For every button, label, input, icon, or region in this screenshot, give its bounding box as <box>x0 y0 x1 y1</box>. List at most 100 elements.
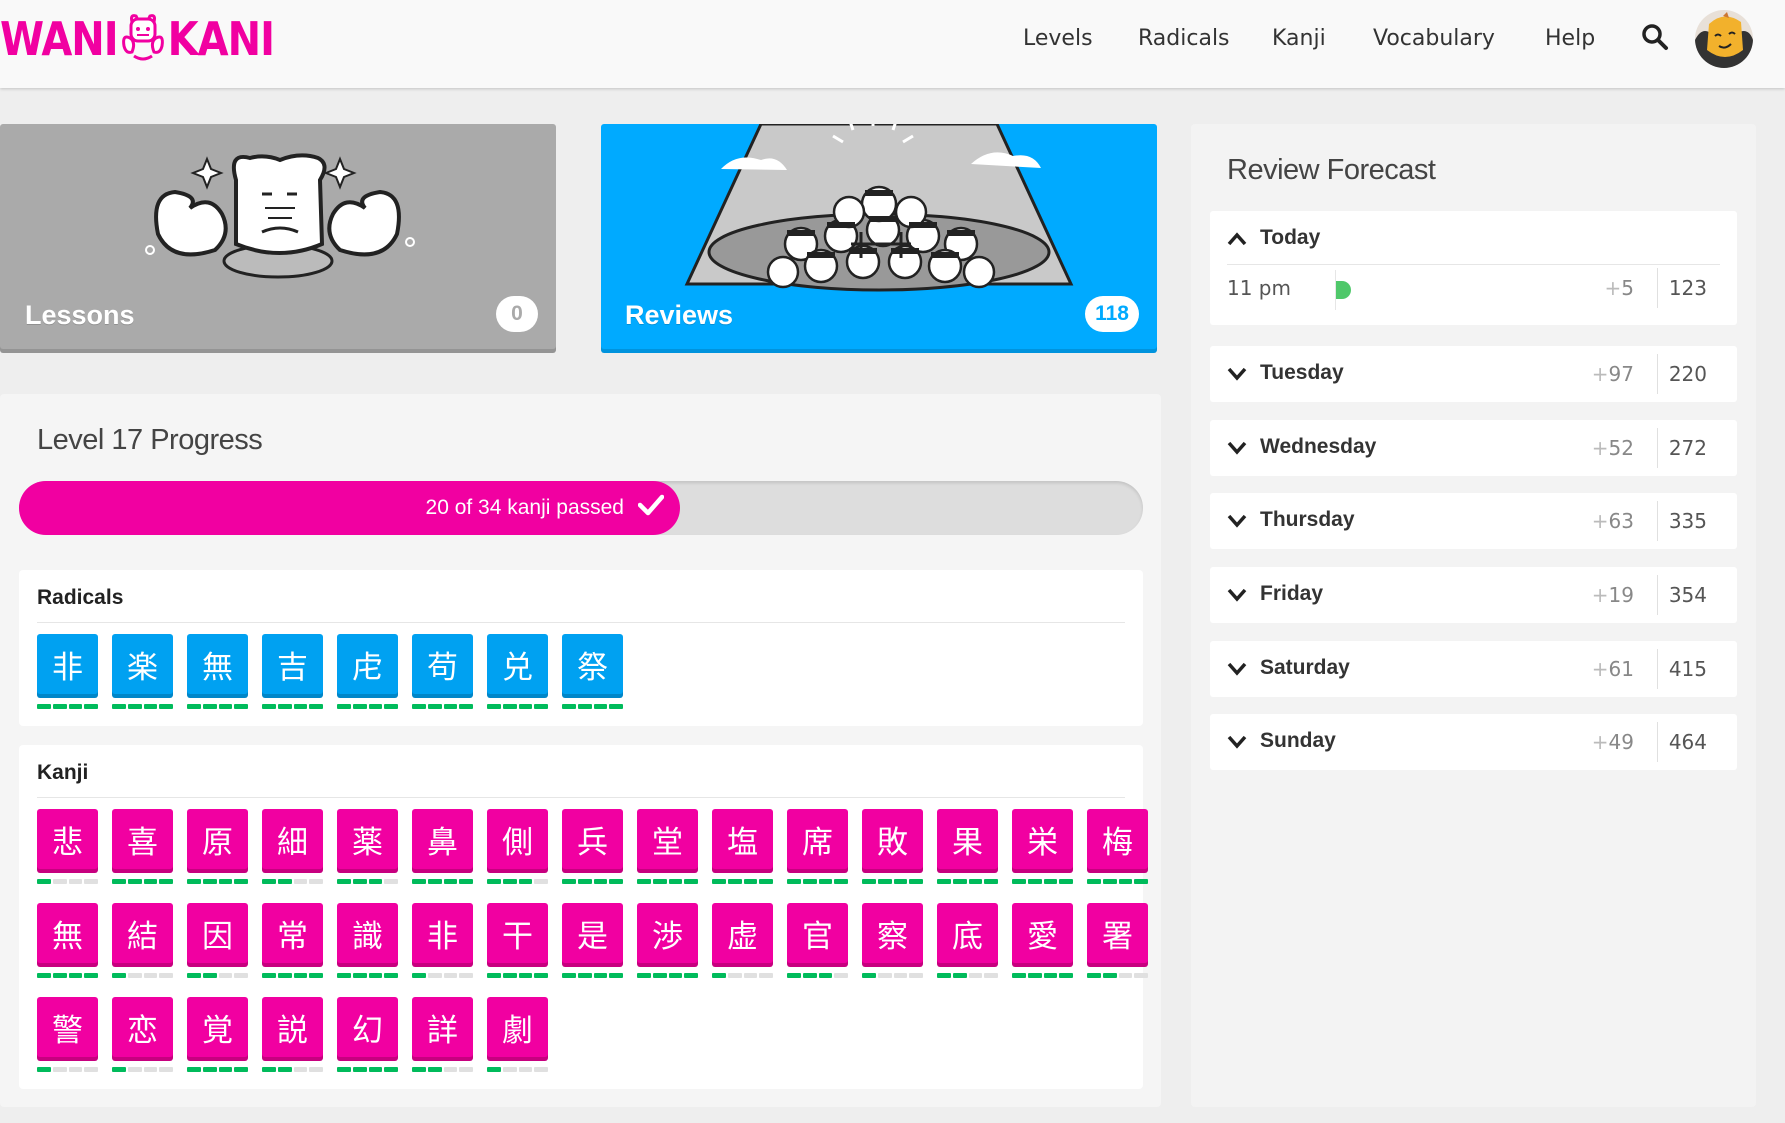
chevron-down-icon <box>1227 513 1247 532</box>
kanji-tile[interactable]: 席 <box>787 809 848 869</box>
srs-progress-indicator <box>112 973 173 978</box>
forecast-cumulative-total: 123 <box>1668 276 1707 300</box>
kanji-tile[interactable]: 梅 <box>1087 809 1148 869</box>
srs-progress-indicator <box>112 879 173 884</box>
user-avatar[interactable] <box>1695 10 1753 68</box>
radical-tile[interactable]: 苟 <box>412 634 473 694</box>
kanji-tile[interactable]: 識 <box>337 903 398 963</box>
forecast-new-reviews: +61 <box>1591 657 1634 681</box>
nav-radicals[interactable]: Radicals <box>1138 20 1230 56</box>
srs-progress-indicator <box>337 879 398 884</box>
kanji-tile[interactable]: 恋 <box>112 997 173 1057</box>
forecast-day-thursday[interactable]: Thursday +63 335 <box>1210 493 1737 549</box>
radical-tile[interactable]: 吉 <box>262 634 323 694</box>
divider <box>1657 501 1658 541</box>
forecast-day-label: Wednesday <box>1260 435 1377 458</box>
forecast-cumulative-total: 464 <box>1668 730 1707 754</box>
kanji-tile[interactable]: 署 <box>1087 903 1148 963</box>
radical-tile[interactable]: 虍 <box>337 634 398 694</box>
divider <box>37 797 1125 798</box>
kanji-tile[interactable]: 常 <box>262 903 323 963</box>
kanji-tile[interactable]: 無 <box>37 903 98 963</box>
radical-tile[interactable]: 兑 <box>487 634 548 694</box>
forecast-new-reviews: +52 <box>1591 436 1634 460</box>
srs-progress-indicator <box>187 1067 248 1072</box>
kanji-tile[interactable]: 兵 <box>562 809 623 869</box>
forecast-hour-bar <box>1336 281 1351 299</box>
nav-vocabulary[interactable]: Vocabulary <box>1373 20 1495 56</box>
forecast-cumulative-total: 335 <box>1668 509 1707 533</box>
kanji-section: Kanji 悲喜原細薬鼻側兵堂塩席敗果栄梅無結因常識非干是渉虚官察底愛署警恋覚説… <box>19 745 1148 1089</box>
kanji-tile[interactable]: 虚 <box>712 903 773 963</box>
level-progress-panel: Level 17 Progress 20 of 34 kanji passed … <box>0 394 1161 1107</box>
kanji-tile[interactable]: 幻 <box>337 997 398 1057</box>
srs-progress-indicator <box>637 879 698 884</box>
forecast-day-sunday[interactable]: Sunday +49 464 <box>1210 714 1737 770</box>
srs-progress-indicator <box>862 879 923 884</box>
kanji-tile[interactable]: 底 <box>937 903 998 963</box>
kanji-tile[interactable]: 因 <box>187 903 248 963</box>
kanji-tile[interactable]: 喜 <box>112 809 173 869</box>
kanji-tile[interactable]: 愛 <box>1012 903 1073 963</box>
lessons-card[interactable]: Lessons 0 <box>0 124 556 349</box>
radical-tile[interactable]: 祭 <box>562 634 623 694</box>
srs-progress-indicator <box>262 704 323 709</box>
reviews-label: Reviews <box>625 300 734 330</box>
forecast-day-friday[interactable]: Friday +19 354 <box>1210 567 1737 623</box>
level-progress-title: Level 17 Progress <box>37 424 263 456</box>
divider <box>1227 264 1720 265</box>
search-icon[interactable] <box>1640 22 1670 52</box>
site-header: WANI KANI Levels Radicals Kanji Vocabula… <box>0 0 1785 88</box>
kanji-tile[interactable]: 説 <box>262 997 323 1057</box>
forecast-day-label: Friday <box>1260 582 1324 605</box>
kanji-tile[interactable]: 官 <box>787 903 848 963</box>
kanji-tile[interactable]: 原 <box>187 809 248 869</box>
logo-kani-text: KANI <box>167 13 275 67</box>
forecast-day-saturday[interactable]: Saturday +61 415 <box>1210 641 1737 697</box>
nav-help[interactable]: Help <box>1545 20 1595 56</box>
forecast-day-wednesday[interactable]: Wednesday +52 272 <box>1210 420 1737 476</box>
srs-progress-indicator <box>562 704 623 709</box>
forecast-day-today[interactable]: Today 11 pm +5 123 <box>1210 211 1737 325</box>
kanji-tile[interactable]: 非 <box>412 903 473 963</box>
kanji-tile[interactable]: 結 <box>112 903 173 963</box>
kanji-tile[interactable]: 敗 <box>862 809 923 869</box>
kanji-tile[interactable]: 警 <box>37 997 98 1057</box>
forecast-day-label: Thursday <box>1260 508 1355 531</box>
kanji-tile[interactable]: 是 <box>562 903 623 963</box>
radical-tile[interactable]: 非 <box>37 634 98 694</box>
kanji-tile[interactable]: 詳 <box>412 997 473 1057</box>
kanji-tile[interactable]: 側 <box>487 809 548 869</box>
srs-progress-indicator <box>937 879 998 884</box>
srs-progress-indicator <box>1087 879 1148 884</box>
radical-tile[interactable]: 無 <box>187 634 248 694</box>
nav-levels[interactable]: Levels <box>1023 20 1093 56</box>
kanji-tile[interactable]: 細 <box>262 809 323 869</box>
srs-progress-indicator <box>787 973 848 978</box>
kanji-tile[interactable]: 塩 <box>712 809 773 869</box>
srs-progress-indicator <box>1087 973 1148 978</box>
kanji-tile[interactable]: 薬 <box>337 809 398 869</box>
reviews-card[interactable]: Reviews 118 <box>601 124 1157 349</box>
nav-kanji[interactable]: Kanji <box>1272 20 1326 56</box>
srs-progress-indicator <box>37 879 98 884</box>
kanji-tile[interactable]: 果 <box>937 809 998 869</box>
divider <box>1657 428 1658 468</box>
kanji-heading: Kanji <box>37 761 89 784</box>
kanji-tile[interactable]: 悲 <box>37 809 98 869</box>
kanji-tile[interactable]: 栄 <box>1012 809 1073 869</box>
kanji-tile[interactable]: 覚 <box>187 997 248 1057</box>
forecast-day-label: Tuesday <box>1260 361 1344 384</box>
forecast-day-tuesday[interactable]: Tuesday +97 220 <box>1210 346 1737 402</box>
kanji-tile[interactable]: 察 <box>862 903 923 963</box>
kanji-tile[interactable]: 干 <box>487 903 548 963</box>
wanikani-logo[interactable]: WANI KANI <box>0 10 275 70</box>
kanji-tile[interactable]: 堂 <box>637 809 698 869</box>
srs-progress-indicator <box>412 704 473 709</box>
kanji-tile[interactable]: 劇 <box>487 997 548 1057</box>
kanji-tile[interactable]: 渉 <box>637 903 698 963</box>
radical-tile[interactable]: 楽 <box>112 634 173 694</box>
srs-progress-indicator <box>487 973 548 978</box>
divider <box>1657 722 1658 762</box>
kanji-tile[interactable]: 鼻 <box>412 809 473 869</box>
